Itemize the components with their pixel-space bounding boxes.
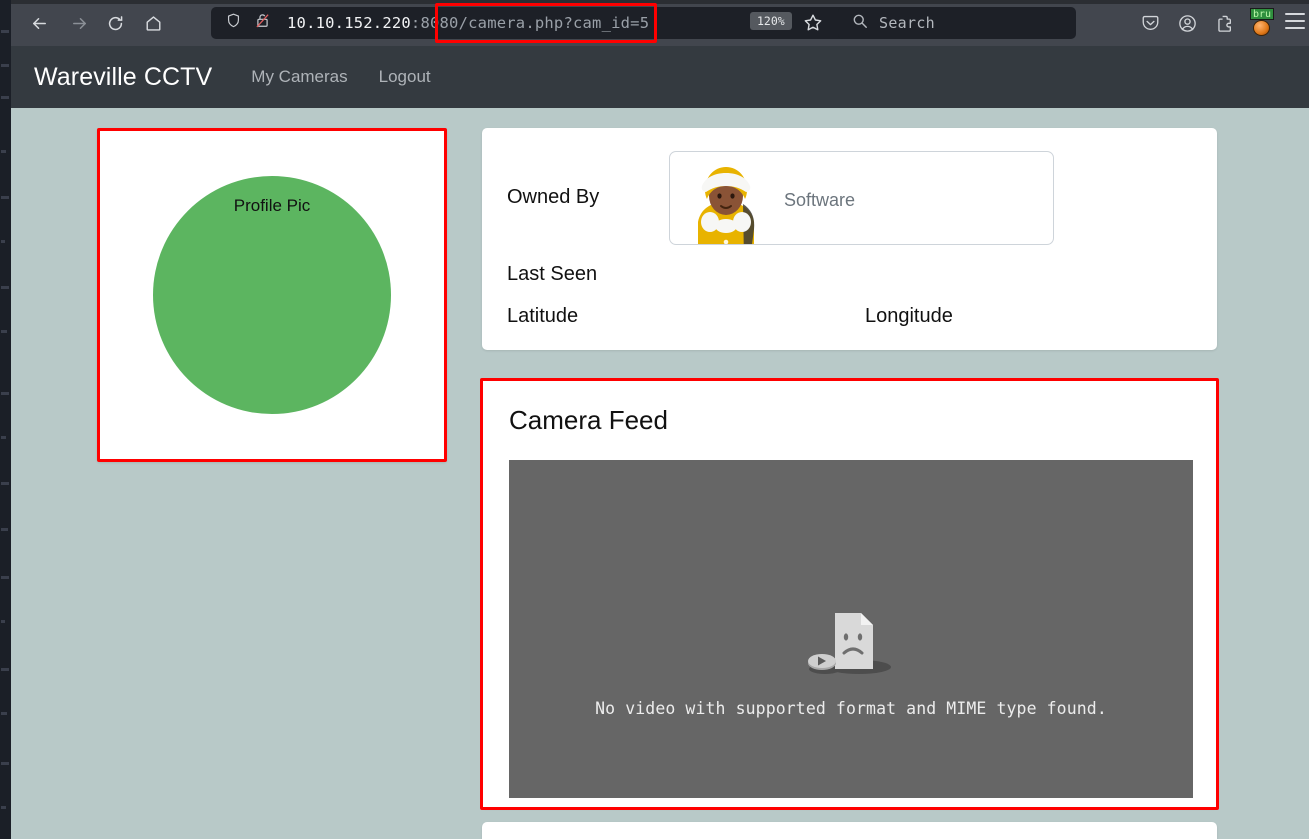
tab-strip-edge bbox=[11, 0, 1309, 4]
latitude-label: Latitude bbox=[507, 305, 578, 328]
owner-name: Software bbox=[784, 190, 855, 211]
zoom-level-badge[interactable]: 120% bbox=[750, 12, 792, 30]
page-viewport: Wareville CCTV My Cameras Logout Profile… bbox=[11, 46, 1309, 839]
hamburger-menu-icon[interactable] bbox=[1285, 13, 1305, 29]
back-button[interactable] bbox=[24, 8, 54, 38]
account-icon[interactable] bbox=[1174, 10, 1200, 36]
forward-button[interactable] bbox=[64, 8, 94, 38]
site-navbar: Wareville CCTV My Cameras Logout bbox=[11, 46, 1309, 108]
url-host: 10.10.152.220 bbox=[287, 14, 411, 32]
url-port: :8080 bbox=[411, 14, 459, 32]
nav-link-my-cameras[interactable]: My Cameras bbox=[251, 67, 347, 87]
url-path: /camera.php?cam_id=5 bbox=[459, 14, 650, 32]
profile-pic-image: Profile Pic bbox=[153, 176, 391, 414]
nav-link-logout[interactable]: Logout bbox=[379, 67, 431, 87]
profile-pic-alt-text: Profile Pic bbox=[234, 196, 311, 216]
insecure-connection-icon[interactable] bbox=[254, 12, 271, 34]
pocket-icon[interactable] bbox=[1137, 10, 1163, 36]
search-icon bbox=[852, 13, 868, 34]
camera-feed-title: Camera Feed bbox=[509, 405, 668, 436]
camera-feed-card: Camera Feed No video with supported form… bbox=[482, 380, 1217, 808]
owned-by-label: Owned By bbox=[507, 186, 599, 209]
profile-pic-container: Profile Pic bbox=[97, 128, 447, 462]
owner-field[interactable]: Software bbox=[669, 151, 1054, 245]
longitude-label: Longitude bbox=[865, 305, 953, 328]
last-seen-label: Last Seen bbox=[507, 263, 597, 286]
browser-toolbar: 10.10.152.220:8080/camera.php?cam_id=5 1… bbox=[11, 0, 1309, 46]
extensions-icon[interactable] bbox=[1211, 10, 1237, 36]
search-placeholder: Search bbox=[879, 14, 935, 32]
tracking-protection-shield-icon[interactable] bbox=[225, 12, 242, 34]
url-text[interactable]: 10.10.152.220:8080/camera.php?cam_id=5 bbox=[287, 14, 649, 32]
burp-extension-glyph bbox=[1253, 20, 1270, 36]
video-player[interactable]: No video with supported format and MIME … bbox=[509, 460, 1193, 798]
profile-pic-card: Profile Pic bbox=[97, 128, 447, 462]
desktop-background-strip bbox=[0, 0, 11, 839]
owner-avatar bbox=[688, 160, 764, 245]
broken-video-icon bbox=[803, 603, 899, 681]
burp-extension-badge: bru bbox=[1250, 8, 1274, 20]
next-section-card bbox=[482, 822, 1217, 839]
page-content: Profile Pic Owned By bbox=[11, 108, 1309, 839]
browser-search-bar[interactable]: Search bbox=[838, 7, 1076, 39]
home-button[interactable] bbox=[138, 8, 168, 38]
star-icon[interactable] bbox=[802, 12, 824, 34]
site-brand[interactable]: Wareville CCTV bbox=[34, 63, 212, 92]
video-error-message: No video with supported format and MIME … bbox=[595, 699, 1107, 718]
burp-extension-icon[interactable]: bru bbox=[1249, 8, 1275, 36]
camera-info-card: Owned By bbox=[482, 128, 1217, 350]
reload-button[interactable] bbox=[100, 8, 130, 38]
